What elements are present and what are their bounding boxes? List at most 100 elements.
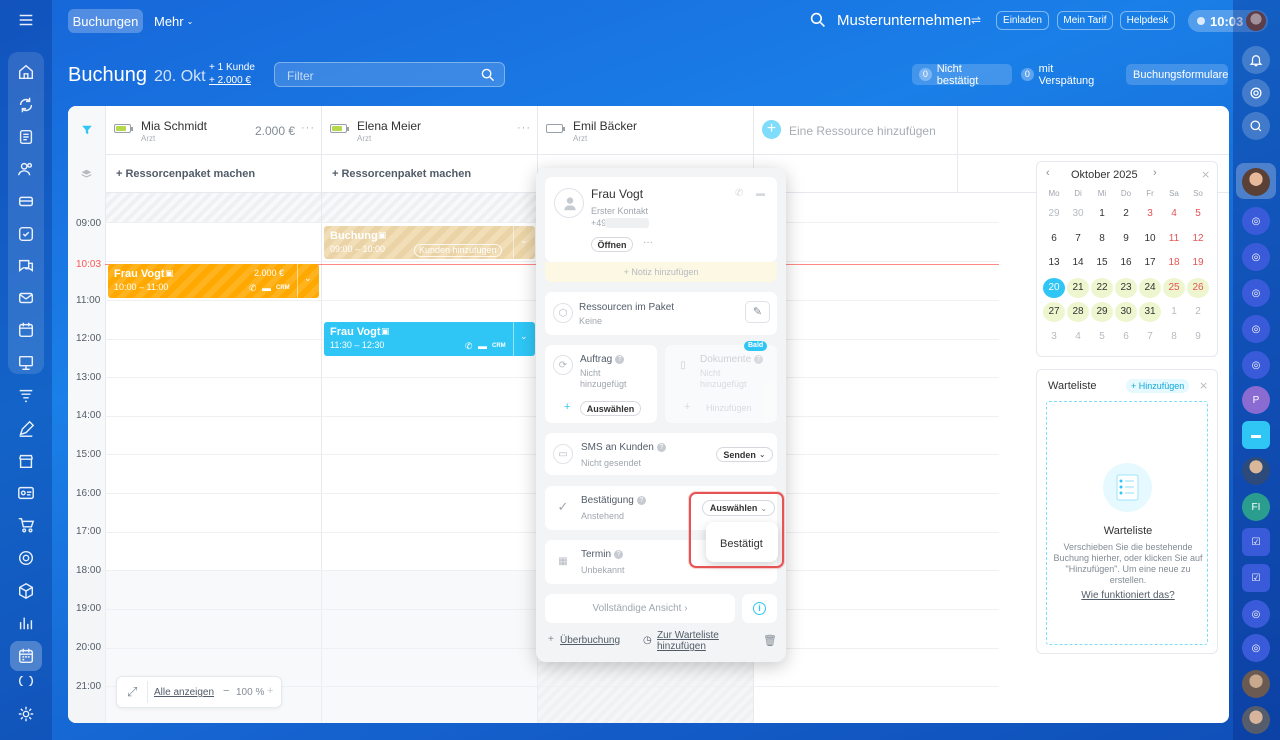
calendar-day[interactable]: 1 [1163, 302, 1185, 322]
add-resource-icon[interactable]: + [762, 120, 781, 139]
make-package-button[interactable]: + Ressorcenpaket machen [332, 168, 471, 180]
chat-icon[interactable] [14, 254, 38, 278]
box-icon[interactable] [14, 579, 38, 603]
analytics-icon[interactable] [14, 611, 38, 635]
waitlist-help-link[interactable]: Wie funktioniert das? [1047, 590, 1209, 601]
order-select-button[interactable]: Auswählen [580, 401, 641, 416]
calendar-day[interactable]: 3 [1043, 327, 1065, 347]
mail-icon[interactable] [14, 286, 38, 310]
sms-send-button[interactable]: Senden ⌄ [716, 447, 773, 462]
invite-button[interactable]: Einladen [996, 11, 1049, 30]
calendar-day[interactable]: 8 [1091, 229, 1113, 249]
openline-icon[interactable]: ◎ [1242, 600, 1270, 628]
calendar-day[interactable]: 18 [1163, 253, 1185, 273]
calendar-day[interactable]: 5 [1187, 204, 1209, 224]
settings-icon[interactable] [14, 702, 38, 726]
calendar-day[interactable]: 28 [1067, 302, 1089, 323]
documents-icon[interactable] [14, 125, 38, 149]
not-confirmed-button[interactable]: 0 Nicht bestätigt [912, 63, 1012, 87]
activity-icon[interactable] [1242, 79, 1270, 107]
more-apps-icon[interactable] [14, 676, 38, 686]
task-icon[interactable]: ☑ [1242, 528, 1270, 556]
more-icon[interactable]: ··· [301, 122, 315, 134]
booking-card-vogt-2[interactable]: Frau Vogt ▣ 11:30 – 12:30 ✆ ▬ CRM ⌄ [324, 322, 535, 356]
add-to-waitlist-link[interactable]: Zur Warteliste hinzufügen [657, 630, 737, 652]
openline-icon[interactable]: ◎ [1242, 243, 1270, 271]
more-icon[interactable]: ··· [517, 122, 531, 134]
late-button[interactable]: 0 mit Verspätung [1014, 63, 1117, 87]
calendar-day[interactable]: 13 [1043, 253, 1065, 273]
calendar-day[interactable]: 17 [1139, 253, 1161, 273]
help-icon[interactable]: ? [754, 355, 764, 364]
task-icon[interactable]: ☑ [1242, 564, 1270, 592]
search-icon[interactable] [810, 12, 826, 31]
resource-name[interactable]: Emil Bäcker [573, 119, 637, 133]
calendar-day[interactable]: 19 [1187, 253, 1209, 273]
make-package-button[interactable]: + Ressorcenpaket machen [116, 168, 255, 180]
resource-name[interactable]: Elena Meier [357, 119, 421, 133]
trash-icon[interactable]: 🗑 [763, 634, 777, 647]
id-card-icon[interactable] [14, 481, 38, 505]
resource-name[interactable]: Mia Schmidt [141, 119, 207, 133]
waitlist-add-button[interactable]: + Hinzufügen [1126, 379, 1190, 393]
cart-icon[interactable] [14, 513, 38, 537]
company-name[interactable]: Musterunternehmen [837, 12, 971, 29]
calendar-day[interactable]: 12 [1187, 229, 1209, 249]
openline-icon[interactable]: ◎ [1242, 315, 1270, 343]
calendar-day[interactable]: 15 [1091, 253, 1113, 273]
openline-icon[interactable]: ◎ [1242, 351, 1270, 379]
help-icon[interactable]: ? [615, 355, 625, 364]
user-avatar[interactable] [1242, 706, 1270, 734]
expand-icon[interactable]: ⤢ [127, 684, 137, 700]
full-view-button[interactable]: Vollständige Ansicht › [545, 594, 735, 623]
calendar-day[interactable]: 29 [1043, 204, 1065, 224]
zoom-out-button[interactable]: − [223, 685, 229, 697]
add-clients-button[interactable]: Kunden hinzufügen [414, 244, 502, 257]
calendar-day[interactable]: 4 [1067, 327, 1089, 347]
client-name[interactable]: Frau Vogt [591, 187, 643, 201]
tasks-icon[interactable] [14, 222, 38, 246]
target-icon[interactable] [14, 546, 38, 570]
calendar-day[interactable]: 30 [1067, 204, 1089, 224]
collapse-icon[interactable]: ⨯ [1201, 168, 1210, 181]
tab-more[interactable]: Mehr ⌄ [154, 9, 198, 33]
add-resource-button[interactable]: Eine Ressource hinzufügen [789, 124, 936, 138]
info-button[interactable]: i [742, 594, 777, 623]
filter-input[interactable]: Filter [274, 62, 505, 87]
openline-icon[interactable]: ◎ [1242, 634, 1270, 662]
chevron-down-icon[interactable]: ⌄ [520, 331, 528, 342]
contacts-icon[interactable] [14, 157, 38, 181]
notifications-icon[interactable] [1242, 46, 1270, 74]
calendar-day[interactable]: 21 [1067, 277, 1089, 298]
collapse-icon[interactable]: ⨯ [1199, 379, 1208, 392]
calendar-day[interactable]: 3 [1139, 204, 1161, 224]
open-client-button[interactable]: Öffnen [591, 237, 633, 252]
helpdesk-button[interactable]: Helpdesk [1120, 11, 1175, 30]
calendar-icon[interactable] [14, 318, 38, 342]
calendar-day[interactable]: 24 [1139, 277, 1161, 298]
openline-icon[interactable]: ◎ [1242, 279, 1270, 307]
calendar-day[interactable]: 9 [1115, 229, 1137, 249]
user-avatar[interactable] [1242, 457, 1270, 485]
shop-icon[interactable] [14, 449, 38, 473]
filter-funnel-icon[interactable] [81, 124, 93, 139]
calendar-day[interactable]: 23 [1115, 277, 1137, 298]
calendar-day[interactable]: 7 [1139, 327, 1161, 347]
avatar-p[interactable]: P [1242, 386, 1270, 414]
chat-bubble-icon[interactable]: ▬ [1242, 421, 1270, 449]
calendar-day[interactable]: 30 [1115, 302, 1137, 323]
edit-pencil-icon[interactable]: ✎ [745, 301, 770, 323]
help-icon[interactable]: ? [614, 550, 624, 559]
phone-icon[interactable]: ✆ [735, 188, 743, 199]
booking-forms-button[interactable]: Buchungsformulare [1126, 64, 1228, 85]
calendar-day[interactable]: 2 [1115, 204, 1137, 224]
calendar-day[interactable]: 25 [1163, 277, 1185, 298]
add-note-button[interactable]: + Notiz hinzufügen [545, 262, 777, 282]
help-icon[interactable]: ? [656, 443, 666, 452]
user-avatar[interactable] [1242, 670, 1270, 698]
calendar-day[interactable]: 26 [1187, 277, 1209, 298]
page-date[interactable]: 20. Okt [154, 68, 206, 86]
show-all-link[interactable]: Alle anzeigen [154, 687, 214, 698]
calendar-day[interactable]: 16 [1115, 253, 1137, 273]
calendar-day[interactable]: 22 [1091, 277, 1113, 298]
